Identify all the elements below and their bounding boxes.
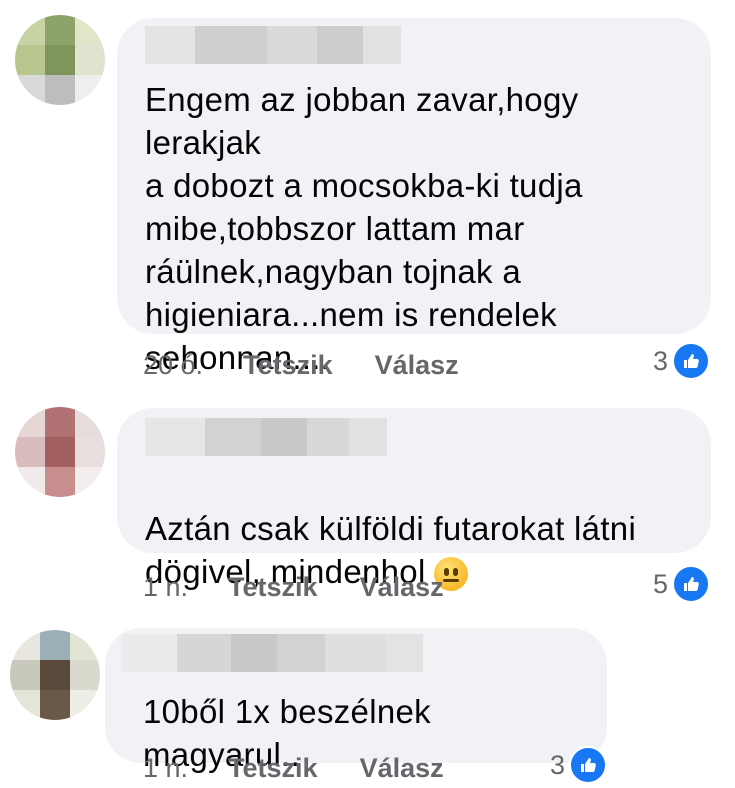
- comment-bubble: Aztán csak külföldi futarokat látni dögi…: [117, 408, 711, 592]
- reaction-count: 5: [653, 568, 669, 599]
- reaction-summary[interactable]: 3: [550, 746, 608, 784]
- comment-2: Aztán csak külföldi futarokat látni dögi…: [0, 395, 735, 620]
- reaction-count: 3: [653, 345, 669, 376]
- like-icon: [672, 342, 711, 380]
- like-icon: [569, 746, 608, 784]
- reaction-count: 3: [550, 749, 566, 780]
- like-icon: [672, 565, 711, 603]
- reaction-summary[interactable]: 3: [653, 342, 711, 380]
- comment-3: 10ből 1x beszélnek magyarul.. 1 n. Tetsz…: [0, 620, 735, 785]
- like-button[interactable]: Tetszik: [228, 753, 318, 784]
- author-name-blurred[interactable]: [145, 26, 401, 64]
- comment-1: Engem az jobban zavar,hogy lerakjak a do…: [0, 0, 735, 395]
- comment-timestamp[interactable]: 1 n.: [143, 753, 188, 784]
- comment-text: Engem az jobban zavar,hogy lerakjak a do…: [145, 81, 583, 376]
- reply-button[interactable]: Válasz: [360, 753, 444, 784]
- author-name-blurred[interactable]: [121, 634, 423, 674]
- like-button[interactable]: Tetszik: [243, 350, 333, 381]
- comment-bubble: 10ből 1x beszélnek magyarul..: [105, 628, 607, 773]
- comment-actions: 1 n. Tetszik Válasz: [143, 748, 444, 788]
- comment-bubble: Engem az jobban zavar,hogy lerakjak a do…: [117, 18, 711, 376]
- comment-timestamp[interactable]: 1 n.: [143, 572, 188, 603]
- comment-timestamp[interactable]: 20 ó.: [143, 350, 203, 381]
- reply-button[interactable]: Válasz: [375, 350, 459, 381]
- avatar[interactable]: [10, 630, 100, 720]
- avatar[interactable]: [15, 407, 105, 497]
- author-name-blurred[interactable]: [145, 418, 387, 456]
- like-button[interactable]: Tetszik: [228, 572, 318, 603]
- comment-actions: 1 n. Tetszik Válasz: [143, 567, 444, 607]
- reaction-summary[interactable]: 5: [653, 565, 711, 603]
- avatar[interactable]: [15, 15, 105, 105]
- reply-button[interactable]: Válasz: [360, 572, 444, 603]
- comment-actions: 20 ó. Tetszik Válasz: [143, 345, 459, 385]
